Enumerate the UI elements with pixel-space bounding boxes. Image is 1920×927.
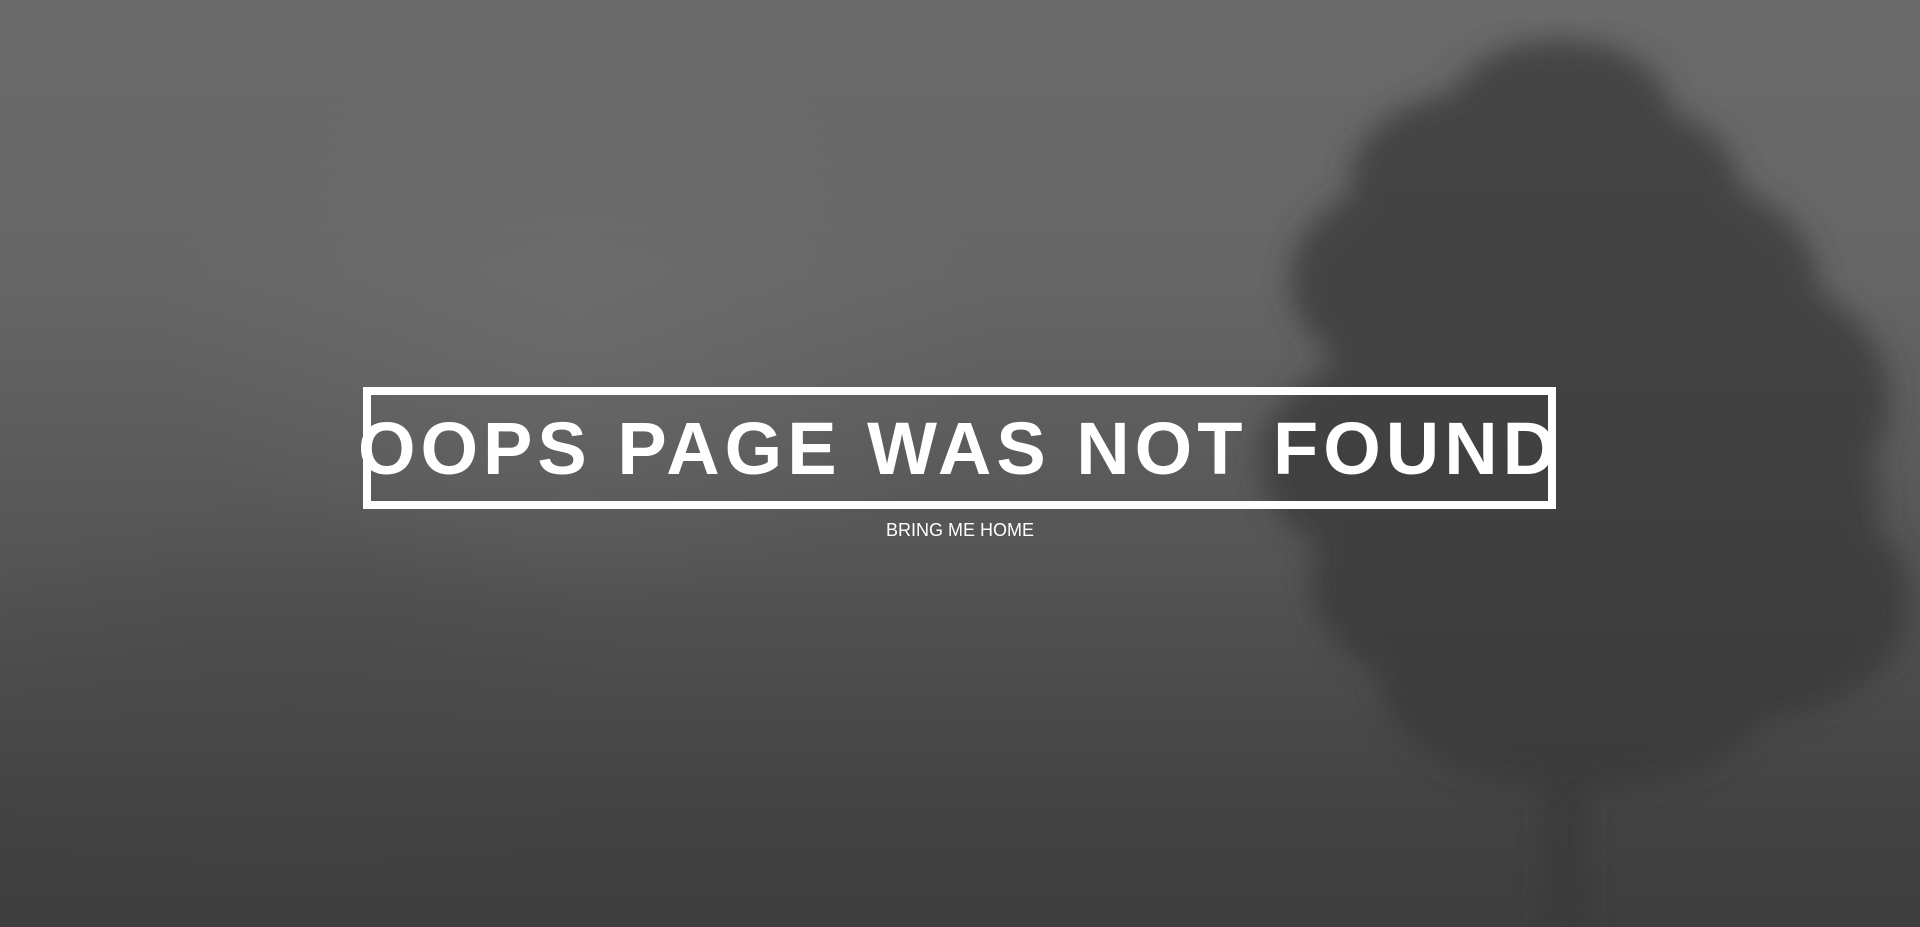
- bring-me-home-link[interactable]: BRING ME HOME: [0, 519, 1920, 541]
- title-frame: OOPS PAGE WAS NOT FOUND: [358, 387, 1556, 509]
- page-title: OOPS PAGE WAS NOT FOUND: [357, 407, 1562, 490]
- error-content: OOPS PAGE WAS NOT FOUND BRING ME HOME: [0, 0, 1920, 927]
- home-link-label[interactable]: BRING ME HOME: [886, 520, 1034, 540]
